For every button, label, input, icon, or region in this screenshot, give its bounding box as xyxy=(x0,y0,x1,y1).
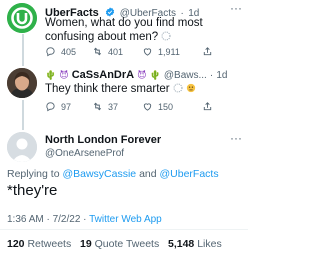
share-button[interactable] xyxy=(202,46,213,57)
cassandra-avatar[interactable] xyxy=(7,68,37,98)
thread-line xyxy=(22,100,24,130)
more-options-icon[interactable]: ··· xyxy=(230,131,242,145)
thinking-face-emoji-icon xyxy=(186,83,196,93)
reply-icon xyxy=(46,47,55,57)
heart-icon xyxy=(143,48,152,56)
heart-icon xyxy=(143,103,152,111)
tweet-timestamp[interactable]: 1:36 AM · 7/2/22 · xyxy=(7,214,87,225)
quote-tweets-stat[interactable]: 19 Quote Tweets xyxy=(80,238,159,250)
devil-emoji-icon: 😈 xyxy=(137,70,147,80)
likes-label: Likes xyxy=(197,238,222,250)
north-london-forever-avatar[interactable] xyxy=(7,132,37,162)
reply-count: 97 xyxy=(61,101,72,112)
tweet1-text: Women, what do you find most confusing a… xyxy=(45,17,203,43)
main-tweet-display-name[interactable]: North London Forever xyxy=(45,134,161,146)
mention-link[interactable]: @UberFacts xyxy=(160,168,219,180)
uberfacts-avatar[interactable] xyxy=(7,3,37,33)
tweet1-actions: 405 401 1,911 xyxy=(45,46,235,57)
tweet2-handle[interactable]: @Baws... xyxy=(164,70,207,81)
retweet-icon xyxy=(93,47,102,56)
reply-button[interactable]: 97 xyxy=(45,101,92,112)
main-tweet-handle[interactable]: @OneArseneProf xyxy=(45,148,124,159)
retweet-icon xyxy=(93,102,102,111)
thread-line xyxy=(22,34,24,66)
separator-dot: · xyxy=(209,70,214,81)
default-profile-icon xyxy=(7,132,37,162)
tweet-client-link[interactable]: Twitter Web App xyxy=(89,214,162,225)
likes-stat[interactable]: 5,148 Likes xyxy=(168,238,222,250)
like-count: 150 xyxy=(158,101,174,112)
retweet-count: 401 xyxy=(108,46,124,57)
reply-count: 405 xyxy=(61,46,77,57)
like-button[interactable]: 150 xyxy=(142,101,202,112)
more-options-icon[interactable]: ··· xyxy=(230,1,242,15)
retweet-count: 37 xyxy=(108,101,119,112)
share-icon xyxy=(203,47,212,56)
retweet-button[interactable]: 401 xyxy=(92,46,142,57)
tweet-stats: 120 Retweets 19 Quote Tweets 5,148 Likes xyxy=(7,238,222,250)
main-tweet-text: *they're xyxy=(7,182,58,199)
devil-emoji-icon: 😈 xyxy=(59,70,69,80)
divider xyxy=(0,229,248,230)
uberfacts-logo-icon xyxy=(7,3,37,33)
tweet-metadata: 1:36 AM · 7/2/22 · Twitter Web App xyxy=(7,214,162,225)
tweet1-text-block: Women, what do you find most confusing a… xyxy=(45,16,215,44)
retweet-button[interactable]: 37 xyxy=(92,101,142,112)
replying-to: Replying to @BawsyCassie and @UberFacts xyxy=(7,168,219,180)
reply-icon xyxy=(46,102,55,112)
tweet2-display-name[interactable]: CaSsAnDrA xyxy=(72,69,134,81)
dotted-face-emoji-icon xyxy=(173,83,183,93)
retweets-count: 120 xyxy=(7,238,25,250)
share-icon xyxy=(203,102,212,111)
likes-count: 5,148 xyxy=(167,238,195,250)
like-button[interactable]: 1,911 xyxy=(142,46,202,57)
tweet2-text: They think there smarter xyxy=(45,83,170,95)
quote-tweets-count: 19 xyxy=(80,238,92,250)
reply-button[interactable]: 405 xyxy=(45,46,92,57)
quote-tweets-label: Quote Tweets xyxy=(94,238,160,250)
share-button[interactable] xyxy=(202,101,213,112)
tweet2-time[interactable]: 1d xyxy=(216,70,227,81)
cactus-emoji-icon: 🌵 xyxy=(149,70,161,80)
like-count: 1,911 xyxy=(158,46,180,57)
mention-link[interactable]: @BawsyCassie xyxy=(62,168,136,180)
tweet2-header: 🌵 😈 CaSsAnDrA 😈 🌵 @Baws... · 1d xyxy=(45,69,227,81)
tweet2-text-block: They think there smarter xyxy=(45,82,196,96)
cactus-emoji-icon: 🌵 xyxy=(45,70,57,80)
profile-photo-icon xyxy=(7,68,37,98)
tweet2-actions: 97 37 150 xyxy=(45,101,235,112)
replying-and-label: and xyxy=(139,168,157,180)
retweets-stat[interactable]: 120 Retweets xyxy=(7,238,71,250)
dotted-face-emoji-icon xyxy=(161,31,171,41)
retweets-label: Retweets xyxy=(27,238,72,250)
replying-to-label: Replying to xyxy=(7,168,60,180)
